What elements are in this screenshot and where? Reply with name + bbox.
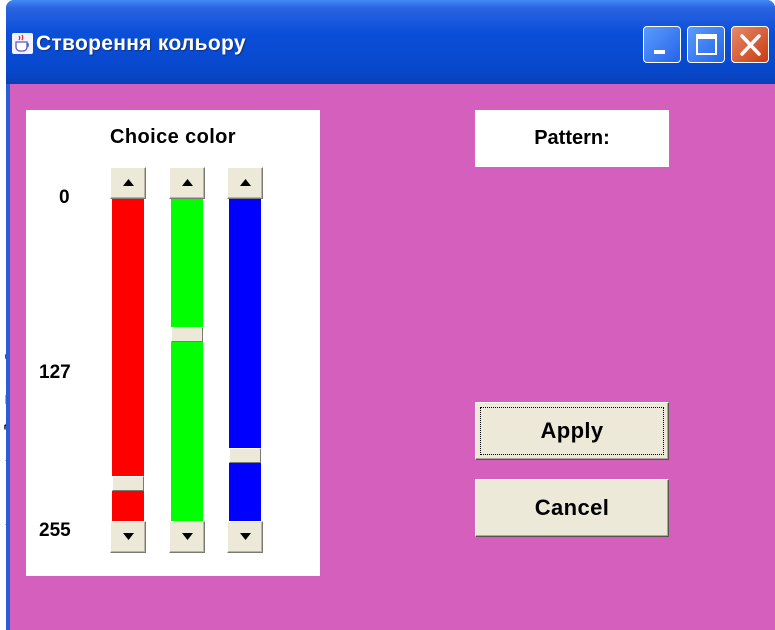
blue-scroll-thumb[interactable] [229, 447, 261, 463]
red-scrollbar[interactable] [110, 167, 146, 553]
green-scroll-down-button[interactable] [169, 521, 205, 553]
arrow-down-icon [123, 533, 134, 540]
panel-title: Choice color [110, 126, 236, 148]
color-dialog-window: Створення кольору Choice color 0 127 255 [6, 0, 775, 630]
arrow-up-icon [123, 179, 134, 186]
close-icon [740, 34, 761, 56]
window-title: Створення кольору [36, 32, 246, 55]
green-scroll-up-button[interactable] [169, 167, 205, 199]
maximize-icon [696, 34, 717, 55]
pattern-label: Pattern: [475, 110, 669, 167]
scale-label-mid: 127 [39, 362, 71, 383]
red-scroll-up-button[interactable] [110, 167, 146, 199]
minimize-icon [654, 50, 665, 54]
blue-scroll-up-button[interactable] [227, 167, 263, 199]
red-scroll-thumb[interactable] [112, 476, 144, 491]
arrow-down-icon [240, 533, 251, 540]
arrow-up-icon [240, 179, 251, 186]
green-scrollbar[interactable] [169, 167, 205, 553]
scale-label-max: 255 [39, 520, 71, 541]
green-scroll-thumb[interactable] [171, 327, 203, 343]
arrow-down-icon [182, 533, 193, 540]
arrow-up-icon [182, 179, 193, 186]
blue-scrollbar[interactable] [227, 167, 263, 553]
red-scroll-down-button[interactable] [110, 521, 146, 553]
green-scroll-track[interactable] [171, 199, 203, 521]
close-button[interactable] [731, 26, 769, 63]
color-choice-panel: Choice color 0 127 255 [26, 110, 320, 576]
blue-scroll-track[interactable] [229, 199, 261, 521]
red-scroll-track[interactable] [112, 199, 144, 521]
dialog-content: Choice color 0 127 255 Pattern: Apply Ca… [10, 84, 775, 630]
maximize-button[interactable] [687, 26, 725, 63]
scale-label-min: 0 [59, 187, 70, 208]
minimize-button[interactable] [643, 26, 681, 63]
apply-button[interactable]: Apply [475, 402, 669, 460]
java-cup-icon [12, 33, 33, 54]
cancel-button[interactable]: Cancel [475, 479, 669, 537]
blue-scroll-down-button[interactable] [227, 521, 263, 553]
title-bar[interactable]: Створення кольору [6, 0, 775, 84]
